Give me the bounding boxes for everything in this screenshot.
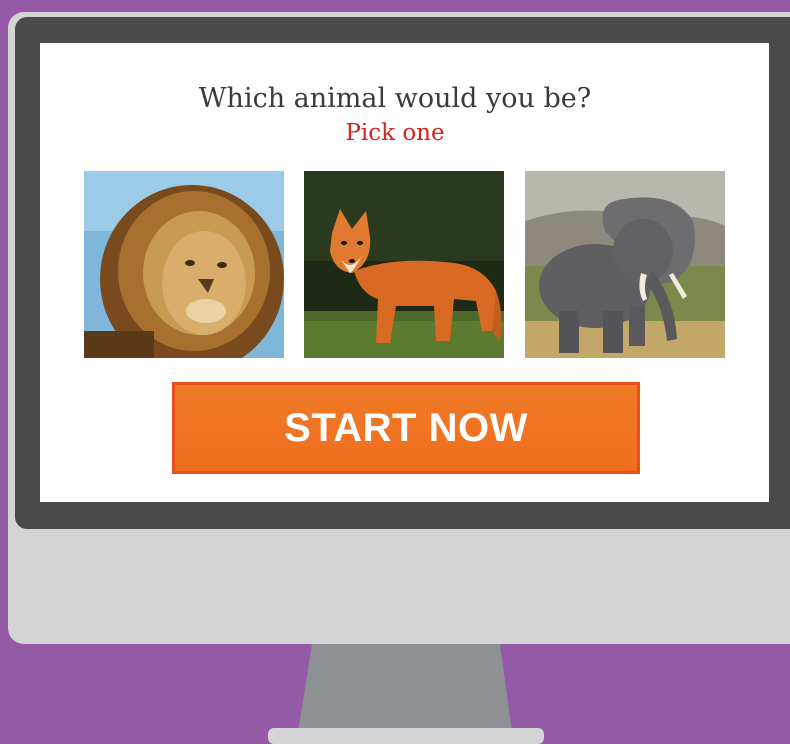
- lion-photo[interactable]: [84, 171, 284, 358]
- fox-photo[interactable]: [304, 171, 504, 358]
- quiz-subtitle: Pick one: [345, 120, 445, 146]
- elephant-photo[interactable]: [525, 171, 725, 358]
- quiz-title: Which animal would you be?: [198, 83, 592, 114]
- start-now-button[interactable]: START NOW: [172, 382, 640, 474]
- monitor-stand: [268, 644, 544, 744]
